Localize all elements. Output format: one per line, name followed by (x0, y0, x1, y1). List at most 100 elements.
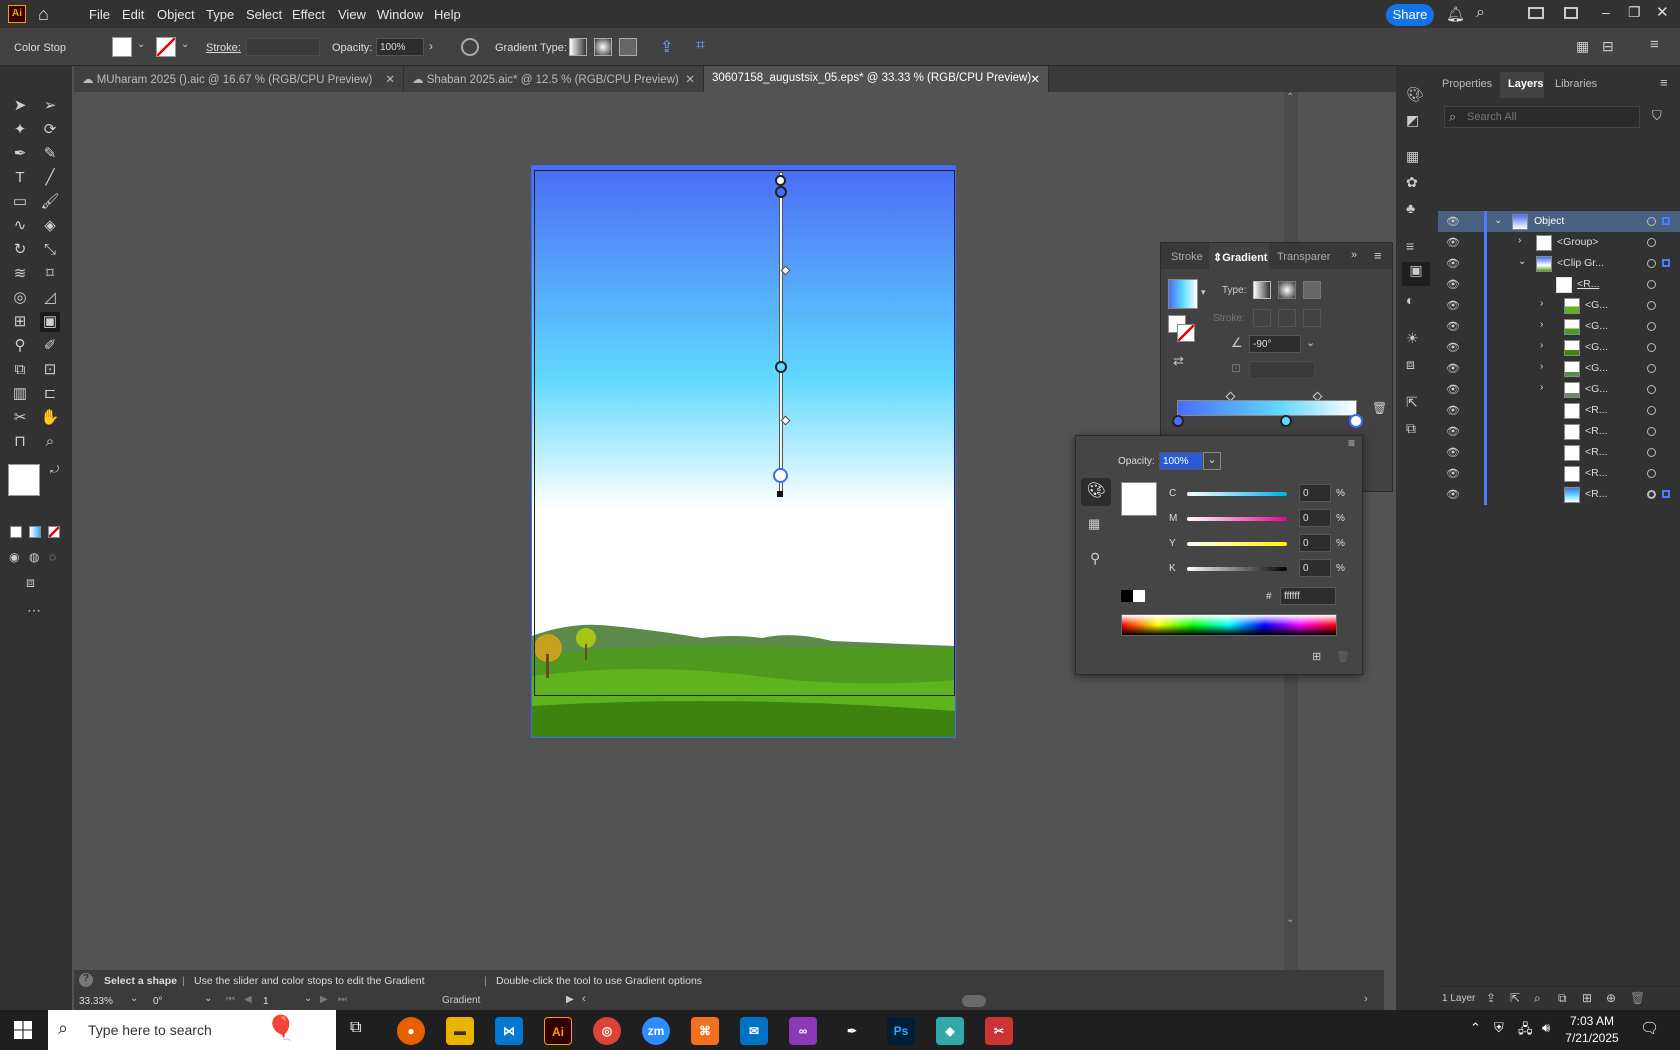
selection-indicator[interactable] (1662, 217, 1670, 225)
layer-name[interactable]: <R... (1585, 488, 1607, 500)
none-mode-icon[interactable] (48, 526, 60, 538)
gradient-tool-icon[interactable]: ▣ (40, 312, 60, 332)
line-tool-icon[interactable]: ╱ (40, 168, 60, 188)
color-guide-icon[interactable]: ◩ (1406, 112, 1419, 129)
target-icon[interactable] (1647, 469, 1656, 478)
print-tiling-icon[interactable]: ⊓ (10, 432, 30, 452)
chevron-up-icon[interactable]: ⌃ (1470, 1020, 1481, 1036)
trash-icon[interactable]: 🗑︎ (1336, 650, 1350, 663)
layer-row-rect[interactable]: 👁︎ <R... (1438, 421, 1680, 442)
measure-icon[interactable]: ✐ (40, 336, 60, 356)
new-layer-icon[interactable]: ⊕ (1606, 991, 1616, 1005)
rectangle-tool-icon[interactable]: ▭ (10, 192, 30, 212)
yellow-slider[interactable] (1187, 542, 1287, 546)
clock-time[interactable]: 7:03 AM (1562, 1014, 1622, 1028)
restore-icon[interactable]: ❐ (1628, 4, 1641, 21)
color-stop[interactable] (1172, 415, 1184, 427)
filter-icon[interactable]: ⛉ (1652, 108, 1662, 124)
minimize-icon[interactable]: – (1602, 4, 1610, 20)
layer-row-g[interactable]: 👁︎ › <G... (1438, 337, 1680, 358)
target-icon[interactable] (1647, 427, 1656, 436)
layers-search[interactable]: ⌕ (1444, 106, 1640, 128)
color-icon[interactable]: 🎨︎ (1406, 86, 1424, 103)
layer-name[interactable]: <Clip Gr... (1557, 257, 1604, 269)
target-icon[interactable] (1647, 448, 1656, 457)
zoom-field[interactable] (76, 993, 134, 1009)
search-icon[interactable]: ⌕ (1476, 4, 1485, 22)
eye-icon[interactable]: 👁︎ (1446, 236, 1460, 249)
hex-field[interactable] (1280, 587, 1336, 605)
play-icon[interactable]: ▶ (566, 994, 574, 1005)
graph-tool-icon[interactable]: ▥ (10, 384, 30, 404)
previous-artboard-icon[interactable]: ◀ (244, 994, 252, 1005)
layer-name[interactable]: <R... (1585, 446, 1607, 458)
creative-cloud-icon[interactable]: ∞ (789, 1017, 817, 1045)
eyedropper-icon[interactable]: ⚲ (1090, 550, 1100, 567)
distribute-icon[interactable]: ⊟ (1602, 38, 1614, 55)
chevron-down-icon[interactable]: ⌄ (304, 993, 312, 1004)
chevron-right-icon[interactable]: › (1518, 235, 1521, 246)
magenta-slider[interactable] (1187, 517, 1287, 521)
menu-view[interactable]: View (338, 7, 366, 22)
artboard-field[interactable] (260, 993, 300, 1009)
eyedropper-icon[interactable]: ⚲ (10, 336, 30, 356)
eye-icon[interactable]: 👁︎ (1446, 341, 1460, 354)
scroll-left-icon[interactable]: ‹ (582, 993, 586, 1005)
transparency-icon[interactable]: ◐ (1406, 292, 1414, 308)
eye-icon[interactable]: 👁︎ (1446, 467, 1460, 480)
target-icon[interactable] (1647, 364, 1656, 373)
brushes-icon[interactable]: ✿ (1406, 174, 1418, 191)
menu-object[interactable]: Object (157, 7, 195, 22)
stroke-within-button[interactable] (1253, 309, 1271, 327)
stroke-along-button[interactable] (1278, 309, 1296, 327)
layer-name[interactable]: <G... (1585, 341, 1608, 353)
color-palette-icon[interactable]: 🎨︎ (1081, 478, 1111, 506)
gradient-stop-selected[interactable] (773, 468, 788, 483)
gradient-stop[interactable] (775, 361, 787, 373)
eye-icon[interactable]: 👁︎ (1446, 278, 1460, 291)
layer-row-rect[interactable]: 👁︎ <R... (1438, 463, 1680, 484)
color-stop-selected[interactable] (1349, 414, 1363, 428)
aspect-ratio-field[interactable] (1249, 361, 1315, 379)
angle-field[interactable] (1249, 335, 1301, 353)
outlook-icon[interactable]: ✉ (740, 1017, 768, 1045)
radial-gradient-button[interactable] (594, 38, 612, 56)
add-swatch-icon[interactable]: ⊞ (1312, 650, 1321, 663)
tool-app-icon[interactable]: ✂ (985, 1017, 1013, 1045)
panel-menu-icon[interactable]: ≡ (1660, 75, 1668, 90)
layer-row-g[interactable]: 👁︎ › <G... (1438, 358, 1680, 379)
panel-menu-icon[interactable]: ≡ (1650, 36, 1659, 53)
magic-wand-icon[interactable]: ✦ (10, 120, 30, 140)
security-icon[interactable]: ⛨ (1494, 1020, 1504, 1036)
close-icon[interactable]: ✕ (685, 72, 695, 86)
arrange-icon[interactable] (1528, 7, 1544, 19)
layer-name[interactable]: <G... (1585, 299, 1608, 311)
target-icon[interactable] (1647, 301, 1656, 310)
next-artboard-icon[interactable]: ▶ (320, 994, 328, 1005)
panel-menu-icon[interactable]: ≡ (1348, 436, 1355, 450)
close-icon[interactable]: ✕ (385, 72, 395, 86)
layer-name[interactable]: <R... (1585, 404, 1607, 416)
artboard[interactable] (531, 165, 956, 738)
selection-indicator[interactable] (1662, 490, 1670, 498)
eye-icon[interactable]: 👁︎ (1446, 488, 1460, 501)
fill-color-swatch[interactable] (8, 464, 40, 496)
rotation-field[interactable] (150, 993, 200, 1009)
asset-export-icon[interactable]: ⇱ (1406, 394, 1418, 411)
notifications-icon[interactable]: 🗨︎ (1640, 1019, 1659, 1037)
paintbrush-icon[interactable]: 🖌︎ (40, 192, 60, 212)
share-button[interactable]: Share (1386, 4, 1434, 26)
last-artboard-icon[interactable]: ⏭ (338, 994, 347, 1005)
more-tools-icon[interactable]: ⋯ (27, 602, 41, 619)
free-transform-icon[interactable]: ⌑ (40, 264, 60, 284)
layer-name[interactable]: <G... (1585, 320, 1608, 332)
layer-row-rect[interactable]: 👁︎ <R... (1438, 274, 1680, 295)
symbol-sprayer-icon[interactable]: ⊡ (40, 360, 60, 380)
eye-icon[interactable]: 👁︎ (1446, 404, 1460, 417)
help-icon[interactable]: ? (79, 973, 93, 987)
home-icon[interactable]: ⌂ (38, 4, 49, 25)
direct-selection-tool-icon[interactable]: ➢ (40, 96, 60, 116)
layer-name[interactable]: Object (1534, 215, 1564, 227)
chevron-down-icon[interactable]: ⌄ (1494, 215, 1502, 226)
tab-augustsix[interactable]: 30607158_augustsix_05.eps* @ 33.33 % (RG… (704, 66, 1049, 92)
